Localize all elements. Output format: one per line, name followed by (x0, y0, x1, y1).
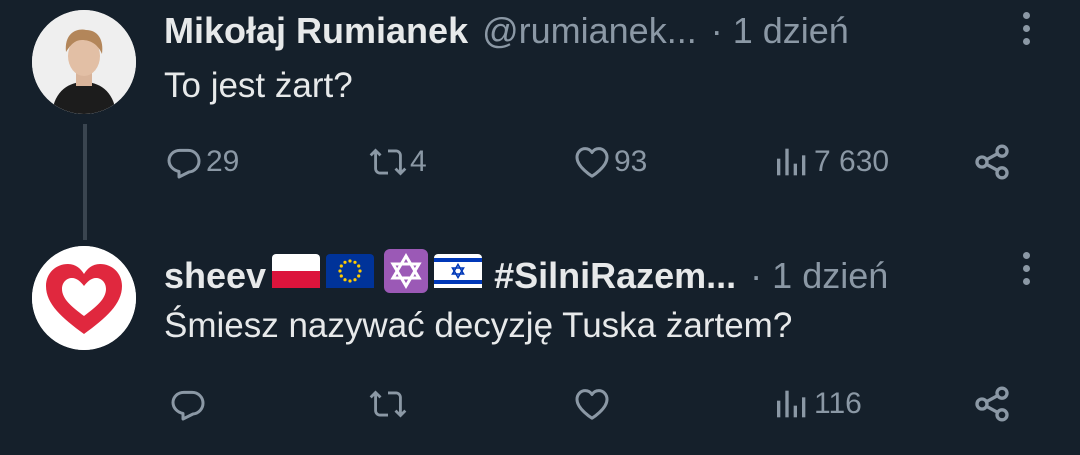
avatar[interactable] (32, 10, 136, 114)
poland-flag-icon (272, 254, 321, 298)
tweet-text: To jest żart? (164, 66, 353, 105)
timestamp[interactable]: 1 dzień (772, 254, 888, 298)
retweet-button[interactable] (368, 380, 408, 428)
star-of-david-icon (384, 249, 429, 303)
separator-dot: · (710, 10, 723, 51)
reply-icon (167, 148, 201, 179)
like-icon (575, 147, 609, 178)
share-icon (975, 144, 1009, 180)
like-icon (575, 389, 609, 420)
author-handle[interactable]: @rumianek... (482, 9, 697, 53)
like-count: 93 (614, 145, 648, 178)
views-icon (777, 390, 806, 418)
views-button[interactable]: 7 630 (772, 138, 889, 186)
reply-button[interactable] (168, 380, 208, 428)
separator-dot: · (750, 255, 763, 296)
share-button[interactable] (972, 138, 1012, 186)
eu-flag-icon (326, 254, 375, 298)
tweet-header: sheev #SilniRazem... · 1 dzień (164, 249, 888, 303)
tweet-text: Śmiesz nazywać decyzję Tuska żartem? (164, 306, 793, 345)
tweet-header: Mikołaj Rumianek @rumianek... · 1 dzień (164, 9, 849, 53)
view-count: 116 (814, 387, 862, 420)
like-button[interactable] (572, 380, 612, 428)
avatar-photo (32, 10, 136, 114)
author-name[interactable]: sheev (164, 254, 266, 298)
views-button[interactable]: 116 (772, 380, 862, 428)
reply-icon (171, 390, 205, 421)
action-bar: 116 (0, 380, 1080, 428)
retweet-count: 4 (410, 145, 427, 178)
retweet-icon (369, 390, 407, 418)
retweet-button[interactable]: 4 (368, 138, 427, 186)
views-icon (777, 148, 806, 176)
like-button[interactable]: 93 (572, 138, 647, 186)
heart-logo-icon (32, 246, 136, 350)
timestamp[interactable]: 1 dzień (733, 9, 849, 53)
name-hashtag[interactable]: #SilniRazem... (494, 254, 736, 298)
more-icon[interactable] (1018, 252, 1034, 285)
more-icon[interactable] (1018, 12, 1034, 45)
avatar[interactable] (32, 246, 136, 350)
view-count: 7 630 (814, 145, 890, 178)
action-bar: 29 4 93 7 630 (0, 138, 1080, 186)
reply-button[interactable]: 29 (164, 138, 239, 186)
retweet-icon (369, 148, 407, 176)
reply-count: 29 (206, 145, 240, 178)
share-icon (975, 386, 1009, 422)
author-name[interactable]: Mikołaj Rumianek (164, 9, 468, 53)
share-button[interactable] (972, 380, 1012, 428)
israel-flag-icon (434, 254, 483, 298)
